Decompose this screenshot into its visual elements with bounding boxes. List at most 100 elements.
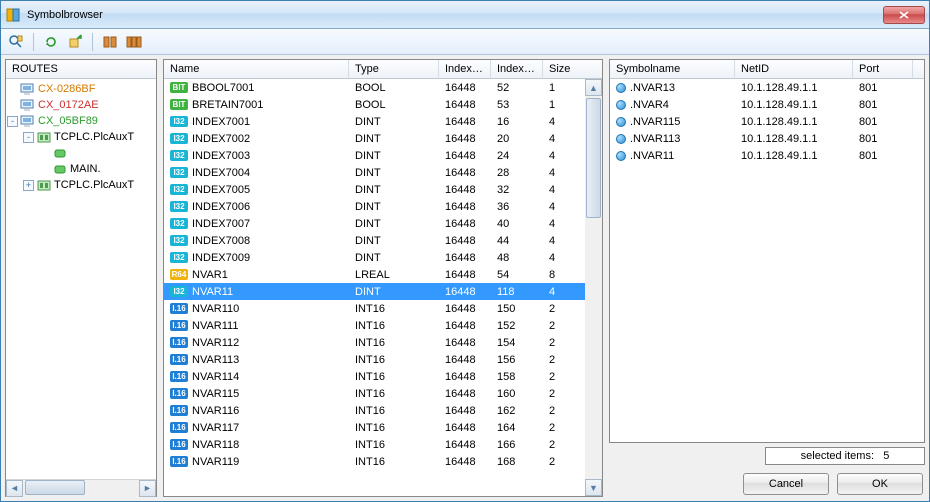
col-netid[interactable]: NetID: [735, 60, 853, 78]
tree-item[interactable]: - CX_05BF89: [7, 113, 155, 129]
selected-rows[interactable]: .NVAR1310.1.128.49.1.1801.NVAR410.1.128.…: [610, 79, 924, 442]
scroll-up-icon[interactable]: ▲: [585, 79, 602, 96]
table-row[interactable]: I.16NVAR117INT16164481642: [164, 419, 585, 436]
tree-item[interactable]: CX_0172AE: [7, 97, 155, 113]
type-chip-icon: R64: [170, 269, 188, 280]
tree-item[interactable]: [7, 145, 155, 161]
symbol-index2: 53: [491, 99, 543, 111]
scroll-down-icon[interactable]: ▼: [585, 479, 602, 496]
symbol-type: DINT: [349, 235, 439, 247]
cancel-button[interactable]: Cancel: [743, 473, 829, 495]
symbol-index2: 36: [491, 201, 543, 213]
routes-tree[interactable]: CX-0286BFCX_0172AE-CX_05BF89-TCPLC.PlcAu…: [6, 79, 156, 479]
type-chip-icon: I.16: [170, 388, 188, 399]
table-row[interactable]: I32INDEX7007DINT16448404: [164, 215, 585, 232]
type-chip-icon: I32: [170, 167, 188, 178]
table-row[interactable]: I.16NVAR119INT16164481682: [164, 453, 585, 470]
toolbar-connect-icon[interactable]: [99, 31, 121, 53]
selected-row[interactable]: .NVAR11510.1.128.49.1.1801: [610, 113, 924, 130]
globe-icon: [616, 117, 626, 127]
symbol-name: NVAR114: [192, 371, 239, 383]
table-row[interactable]: I32INDEX7003DINT16448244: [164, 147, 585, 164]
table-row[interactable]: I32INDEX7008DINT16448444: [164, 232, 585, 249]
routes-header: ROUTES: [6, 60, 156, 79]
table-row[interactable]: I32INDEX7004DINT16448284: [164, 164, 585, 181]
tree-item[interactable]: +TCPLC.PlcAuxT: [7, 177, 155, 193]
scroll-right-icon[interactable]: ►: [139, 480, 156, 497]
table-row[interactable]: I.16NVAR112INT16164481542: [164, 334, 585, 351]
symbol-index1: 16448: [439, 337, 491, 349]
tree-hscrollbar[interactable]: ◄ ►: [6, 479, 156, 496]
table-row[interactable]: I.16NVAR116INT16164481622: [164, 402, 585, 419]
table-row[interactable]: I32INDEX7005DINT16448324: [164, 181, 585, 198]
collapse-icon[interactable]: -: [7, 116, 18, 127]
symbol-index2: 40: [491, 218, 543, 230]
symbol-index2: 166: [491, 439, 543, 451]
symbol-size: 4: [543, 252, 579, 264]
table-row[interactable]: I.16NVAR113INT16164481562: [164, 351, 585, 368]
table-row[interactable]: I32INDEX7002DINT16448204: [164, 130, 585, 147]
tree-item-label: CX_05BF89: [38, 115, 98, 127]
table-row[interactable]: R64NVAR1LREAL16448548: [164, 266, 585, 283]
tree-item[interactable]: MAIN.: [7, 161, 155, 177]
close-button[interactable]: [883, 6, 925, 24]
toolbar-find-icon[interactable]: [5, 31, 27, 53]
symbol-index2: 20: [491, 133, 543, 145]
symbol-index2: 168: [491, 456, 543, 468]
symbol-name: NVAR11: [192, 286, 233, 298]
col-symbolname[interactable]: Symbolname: [610, 60, 735, 78]
symbol-index2: 32: [491, 184, 543, 196]
grid-vscrollbar[interactable]: ▲ ▼: [585, 79, 602, 496]
table-row[interactable]: I32NVAR11DINT164481184: [164, 283, 585, 300]
selected-port: 801: [853, 133, 913, 145]
toolbar-export-icon[interactable]: [64, 31, 86, 53]
selected-symbolname: .NVAR11: [630, 150, 674, 162]
symbol-size: 2: [543, 354, 579, 366]
type-chip-icon: I32: [170, 218, 188, 229]
table-row[interactable]: BITBRETAIN7001BOOL16448531: [164, 96, 585, 113]
symbol-index2: 162: [491, 405, 543, 417]
symbol-size: 2: [543, 371, 579, 383]
symbol-index1: 16448: [439, 184, 491, 196]
selected-grid-header: Symbolname NetID Port: [610, 60, 924, 79]
toolbar-refresh-icon[interactable]: [40, 31, 62, 53]
ok-button[interactable]: OK: [837, 473, 923, 495]
tree-item[interactable]: -TCPLC.PlcAuxT: [7, 129, 155, 145]
selected-row[interactable]: .NVAR1110.1.128.49.1.1801: [610, 147, 924, 164]
scroll-left-icon[interactable]: ◄: [6, 480, 23, 497]
col-type[interactable]: Type: [349, 60, 439, 78]
table-row[interactable]: I.16NVAR115INT16164481602: [164, 385, 585, 402]
col-size[interactable]: Size: [543, 60, 579, 78]
symbol-index1: 16448: [439, 303, 491, 315]
selected-row[interactable]: .NVAR1310.1.128.49.1.1801: [610, 79, 924, 96]
tree-item-label: MAIN.: [70, 163, 101, 175]
symbol-index2: 154: [491, 337, 543, 349]
table-row[interactable]: I.16NVAR118INT16164481662: [164, 436, 585, 453]
symbol-type: DINT: [349, 133, 439, 145]
table-row[interactable]: I32INDEX7009DINT16448484: [164, 249, 585, 266]
col-index1[interactable]: Index-...: [439, 60, 491, 78]
selected-row[interactable]: .NVAR11310.1.128.49.1.1801: [610, 130, 924, 147]
col-index2[interactable]: Index-...: [491, 60, 543, 78]
table-row[interactable]: I.16NVAR110INT16164481502: [164, 300, 585, 317]
symbol-name: NVAR113: [192, 354, 239, 366]
tree-item[interactable]: CX-0286BF: [7, 81, 155, 97]
table-row[interactable]: I.16NVAR114INT16164481582: [164, 368, 585, 385]
selected-row[interactable]: .NVAR410.1.128.49.1.1801: [610, 96, 924, 113]
toolbar-connect-multi-icon[interactable]: [123, 31, 145, 53]
expand-icon[interactable]: +: [23, 180, 34, 191]
symbol-size: 4: [543, 150, 579, 162]
symbol-index1: 16448: [439, 82, 491, 94]
table-row[interactable]: I32INDEX7006DINT16448364: [164, 198, 585, 215]
col-port[interactable]: Port: [853, 60, 913, 78]
symbol-index1: 16448: [439, 320, 491, 332]
col-name[interactable]: Name: [164, 60, 349, 78]
table-row[interactable]: BITBBOOL7001BOOL16448521: [164, 79, 585, 96]
symbol-type: INT16: [349, 405, 439, 417]
symbol-size: 4: [543, 133, 579, 145]
symbol-size: 4: [543, 167, 579, 179]
collapse-icon[interactable]: -: [23, 132, 34, 143]
table-row[interactable]: I32INDEX7001DINT16448164: [164, 113, 585, 130]
table-row[interactable]: I.16NVAR111INT16164481522: [164, 317, 585, 334]
selected-symbolname: .NVAR4: [630, 99, 669, 111]
